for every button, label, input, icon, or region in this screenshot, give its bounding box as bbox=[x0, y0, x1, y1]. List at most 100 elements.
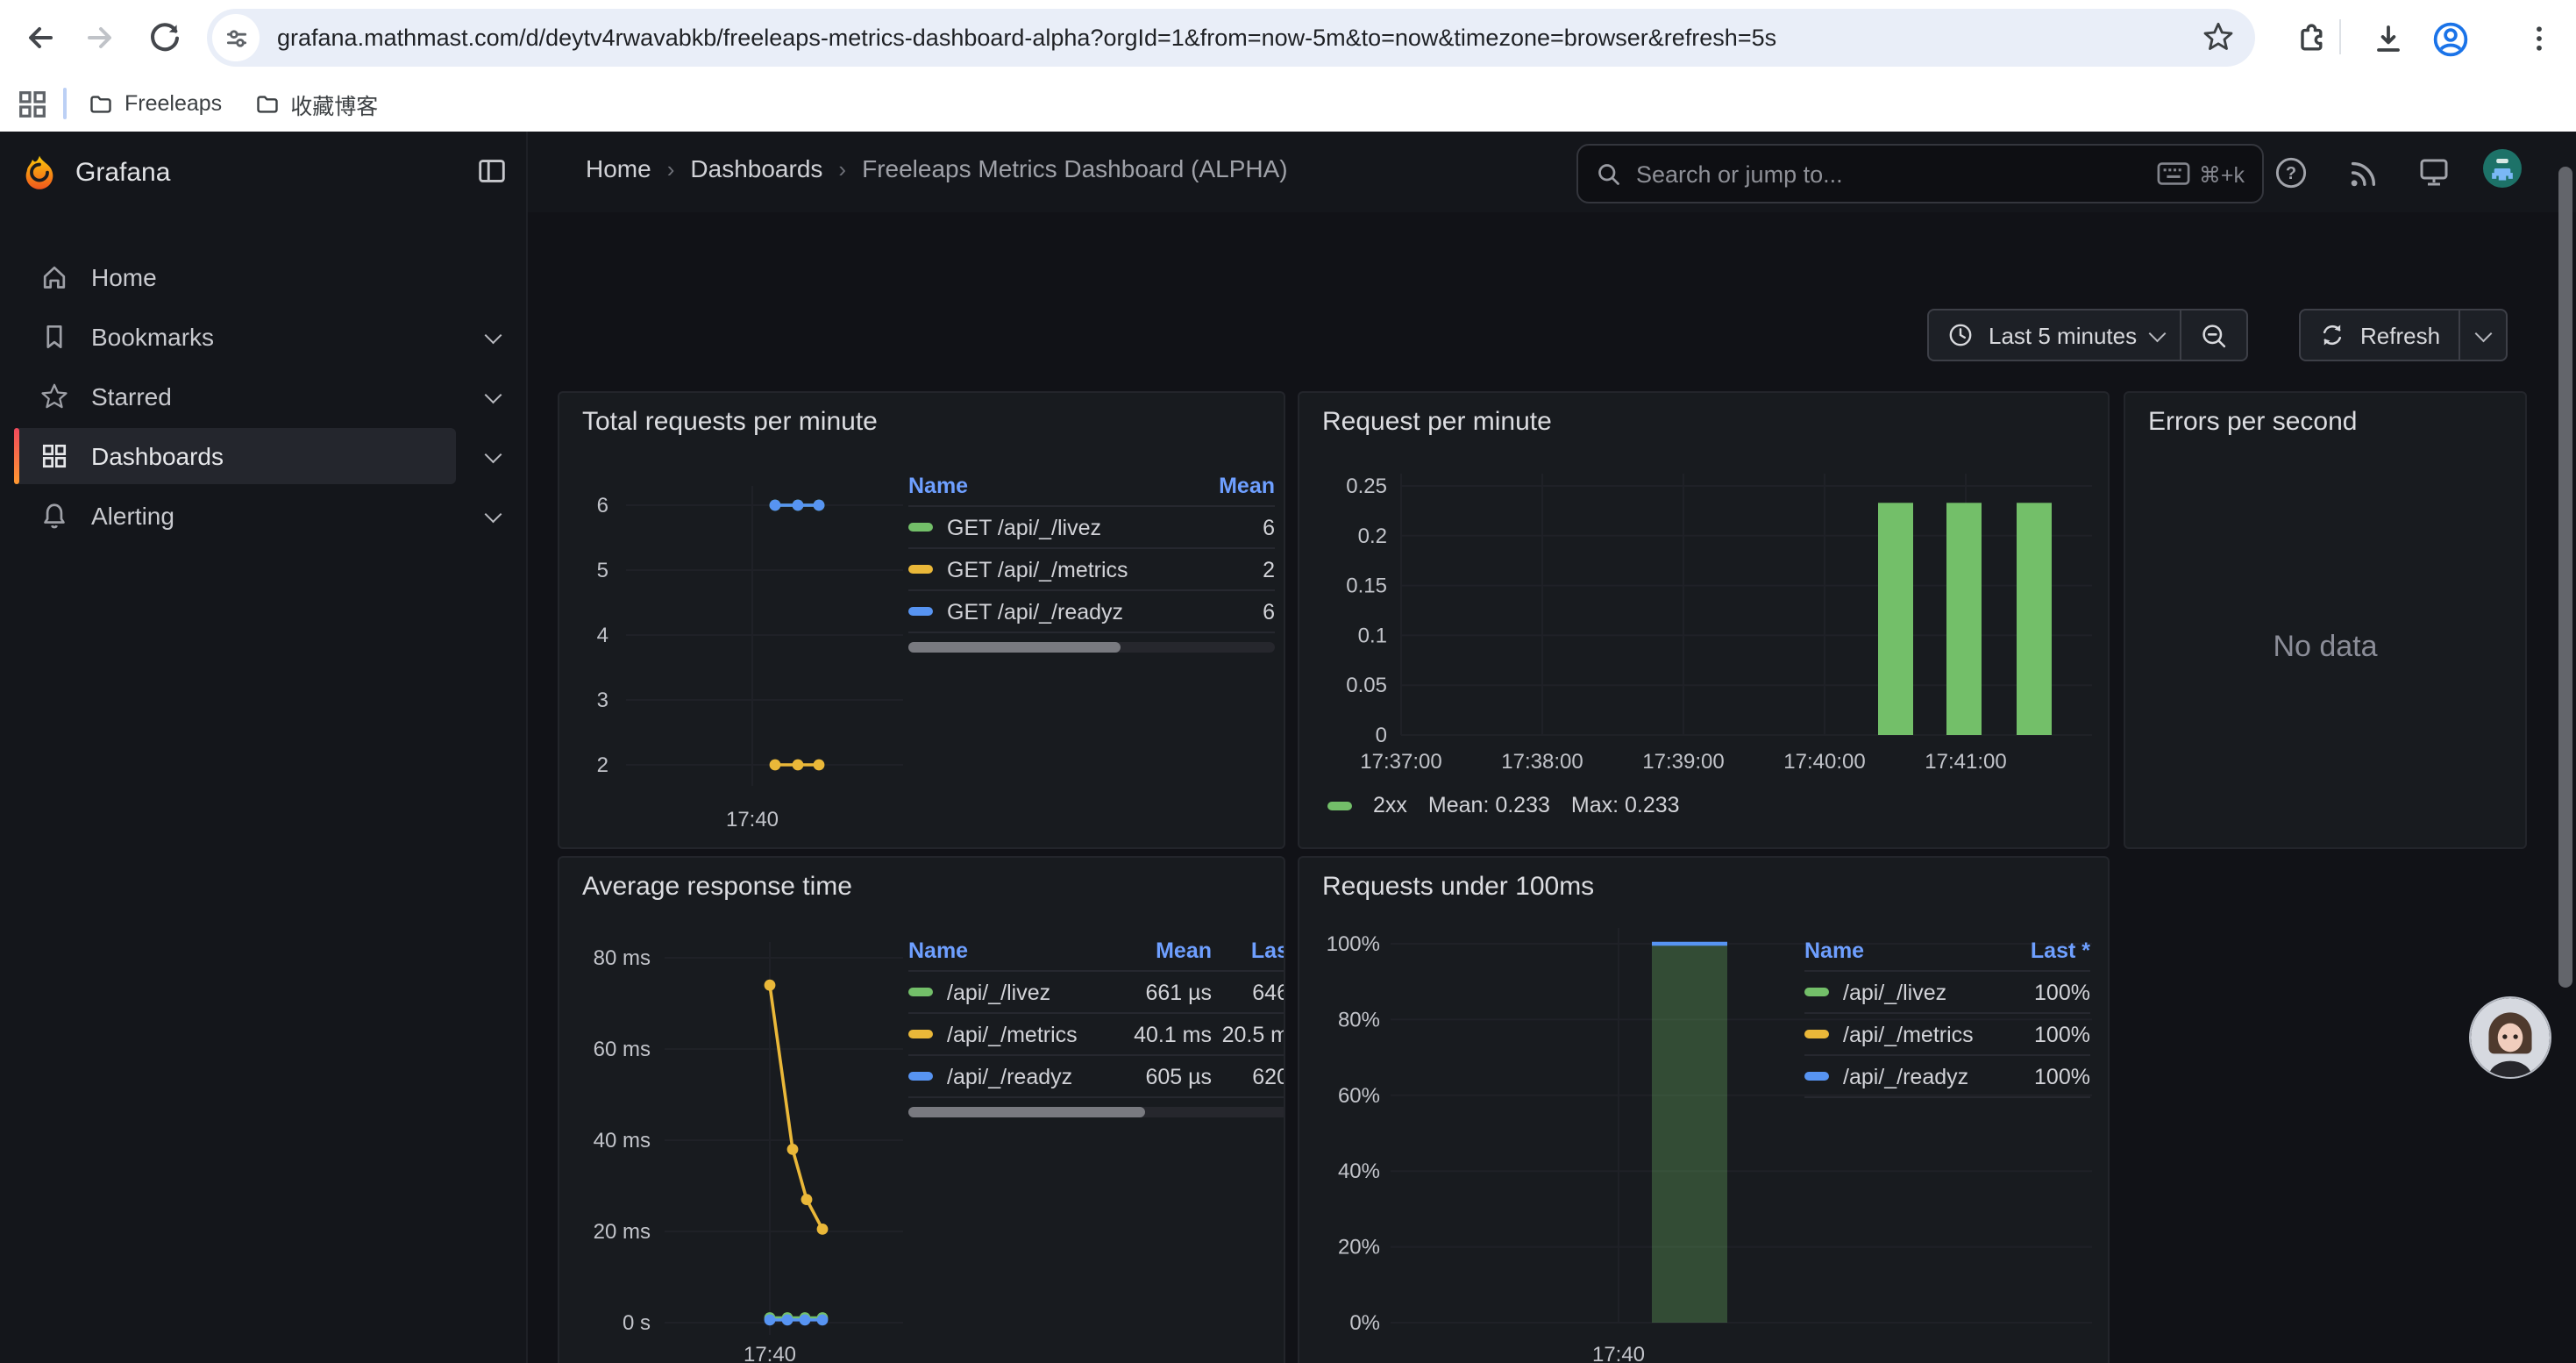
series-name: GET /api/_/readyz bbox=[947, 599, 1123, 624]
series-value: 620 bbox=[1212, 1064, 1285, 1088]
svg-text:17:40:00: 17:40:00 bbox=[1783, 750, 1865, 774]
kebab-menu-icon bbox=[2537, 26, 2542, 50]
time-range-picker[interactable]: Last 5 minutes bbox=[1929, 310, 2180, 360]
bookmark-star-icon[interactable] bbox=[2201, 19, 2236, 63]
svg-text:80 ms: 80 ms bbox=[594, 946, 651, 970]
legend-row[interactable]: GET /api/_/metrics2 bbox=[908, 549, 1275, 591]
sidebar-item-home[interactable]: Home bbox=[14, 249, 512, 305]
back-button[interactable] bbox=[16, 14, 61, 60]
grafana-header-left: Grafana bbox=[0, 132, 528, 214]
sidebar-toggle-button[interactable] bbox=[475, 154, 509, 196]
time-range-group: Last 5 minutes bbox=[1927, 309, 2248, 361]
series-name: GET /api/_/metrics bbox=[947, 557, 1128, 582]
refresh-button[interactable]: Refresh bbox=[2301, 310, 2458, 360]
svg-text:0.2: 0.2 bbox=[1358, 525, 1387, 548]
brand-label: Grafana bbox=[75, 157, 170, 187]
bookmark-folder[interactable]: Freeleaps bbox=[88, 90, 222, 117]
user-avatar[interactable] bbox=[2483, 149, 2522, 188]
svg-text:17:37:00: 17:37:00 bbox=[1360, 750, 1441, 774]
breadcrumb-item[interactable]: Freeleaps Metrics Dashboard (ALPHA) bbox=[862, 154, 1288, 182]
series-pill bbox=[908, 988, 933, 996]
search-input[interactable]: Search or jump to... ⌘+k bbox=[1576, 144, 2264, 203]
page-scrollbar[interactable] bbox=[2558, 167, 2572, 988]
legend-scrollbar[interactable] bbox=[908, 642, 1275, 653]
panel-total-requests[interactable]: Total requests per minute 6543217:40 Nam… bbox=[558, 391, 1285, 849]
screen-share-button[interactable] bbox=[2415, 153, 2453, 191]
legend-row[interactable]: /api/_/readyz605 µs620 bbox=[908, 1056, 1285, 1098]
svg-text:40%: 40% bbox=[1338, 1160, 1380, 1183]
series-value: 6 bbox=[1187, 515, 1275, 539]
extension-avatar-button[interactable] bbox=[2471, 998, 2550, 1077]
extensions-icon bbox=[2302, 25, 2321, 49]
panel-requests-under-100ms[interactable]: Requests under 100ms 100%80%60%40%20%0%1… bbox=[1298, 856, 2110, 1363]
legend-row[interactable]: GET /api/_/livez6 bbox=[908, 507, 1275, 549]
svg-text:17:39:00: 17:39:00 bbox=[1642, 750, 1724, 774]
downloads-button[interactable] bbox=[2366, 16, 2411, 61]
refresh-interval-button[interactable] bbox=[2459, 310, 2506, 360]
help-button[interactable]: ? bbox=[2271, 153, 2309, 191]
legend-row[interactable]: /api/_/livez100% bbox=[1804, 972, 2090, 1014]
news-rss-button[interactable] bbox=[2343, 153, 2381, 191]
series-value: 646 bbox=[1212, 980, 1285, 1004]
url-text[interactable]: grafana.mathmast.com/d/deytv4rwavabkb/fr… bbox=[277, 25, 2255, 51]
sidebar-item-label: Dashboards bbox=[91, 442, 512, 470]
browser-menu-button[interactable] bbox=[2516, 16, 2562, 61]
sidebar-item-bookmarks[interactable]: Bookmarks bbox=[14, 309, 512, 365]
zoom-out-button[interactable] bbox=[2181, 310, 2246, 360]
no-data-message: No data bbox=[2125, 630, 2525, 665]
series-name[interactable]: 2xx bbox=[1373, 793, 1407, 817]
forward-button[interactable] bbox=[77, 14, 123, 60]
sidebar-item-label: Home bbox=[91, 263, 512, 291]
site-settings-icon[interactable] bbox=[212, 14, 260, 61]
legend-row[interactable]: /api/_/metrics100% bbox=[1804, 1014, 2090, 1056]
refresh-icon bbox=[2318, 321, 2346, 349]
legend-row[interactable]: GET /api/_/readyz6 bbox=[908, 591, 1275, 633]
sidebar-item-label: Bookmarks bbox=[91, 323, 512, 351]
legend-row[interactable]: /api/_/readyz100% bbox=[1804, 1056, 2090, 1098]
panel-errors-per-second[interactable]: Errors per second No data bbox=[2124, 391, 2527, 849]
panel-avg-response-time[interactable]: Average response time 80 ms60 ms40 ms20 … bbox=[558, 856, 1285, 1363]
series-pill bbox=[1804, 988, 1829, 996]
svg-text:6: 6 bbox=[597, 494, 608, 517]
breadcrumb-separator: › bbox=[838, 155, 846, 182]
series-pill bbox=[1804, 1072, 1829, 1081]
legend-row[interactable]: /api/_/livez661 µs646 bbox=[908, 972, 1285, 1014]
sidebar-item-label: Alerting bbox=[91, 502, 512, 530]
forward-icon bbox=[89, 28, 109, 46]
apps-grid-icon[interactable] bbox=[16, 87, 49, 120]
legend: 2xx Mean: 0.233 Max: 0.233 bbox=[1327, 793, 1680, 817]
bookmark-folder[interactable]: 收藏博客 bbox=[253, 87, 378, 120]
chevron-down-icon bbox=[2148, 325, 2164, 340]
chevron-down-icon bbox=[2474, 325, 2490, 340]
panel-title[interactable]: Errors per second bbox=[2148, 407, 2357, 437]
svg-text:100%: 100% bbox=[1327, 932, 1380, 956]
active-accent bbox=[14, 428, 19, 484]
avatar-icon bbox=[2483, 146, 2522, 191]
series-mean: Mean: 0.233 bbox=[1428, 793, 1550, 817]
sidebar-item-starred[interactable]: Starred bbox=[14, 368, 512, 425]
grafana-brand[interactable]: Grafana bbox=[21, 153, 170, 190]
profile-button[interactable] bbox=[2427, 16, 2473, 61]
panel-request-per-minute[interactable]: Request per minute 0.250.20.150.10.05017… bbox=[1298, 391, 2110, 849]
download-icon bbox=[2379, 27, 2398, 50]
extensions-button[interactable] bbox=[2288, 16, 2334, 61]
series-pill bbox=[1804, 1030, 1829, 1038]
address-bar[interactable]: grafana.mathmast.com/d/deytv4rwavabkb/fr… bbox=[207, 9, 2255, 67]
series-name: /api/_/readyz bbox=[947, 1064, 1072, 1088]
breadcrumb-item[interactable]: Dashboards bbox=[690, 154, 822, 182]
sidebar: Home Bookmarks Starred Dashboards Alerting bbox=[0, 212, 528, 1363]
sidebar-item-label: Starred bbox=[91, 382, 512, 410]
legend-table: NameLast */api/_/livez100%/api/_/metrics… bbox=[1804, 938, 2090, 1098]
sidebar-item-dashboards[interactable]: Dashboards bbox=[14, 428, 512, 484]
sidebar-item-alerting[interactable]: Alerting bbox=[14, 488, 512, 544]
search-shortcut: ⌘+k bbox=[2157, 161, 2245, 187]
grafana-header: Home›Dashboards›Freeleaps Metrics Dashbo… bbox=[528, 132, 2576, 214]
search-icon bbox=[1596, 161, 1622, 187]
breadcrumb-item[interactable]: Home bbox=[586, 154, 651, 182]
reload-button[interactable] bbox=[142, 14, 188, 60]
series-name: /api/_/livez bbox=[947, 980, 1050, 1004]
legend-scrollbar[interactable] bbox=[908, 1107, 1285, 1117]
bookmarks-bar: Freeleaps 收藏博客 bbox=[0, 75, 2576, 132]
legend-row[interactable]: /api/_/metrics40.1 ms20.5 m bbox=[908, 1014, 1285, 1056]
svg-text:0.15: 0.15 bbox=[1346, 574, 1387, 598]
